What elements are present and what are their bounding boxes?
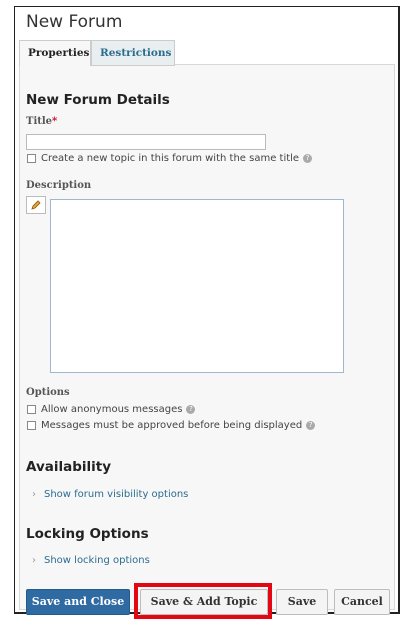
section-heading-availability: Availability: [26, 459, 112, 475]
same-title-label: Create a new topic in this forum with th…: [41, 153, 313, 164]
edit-pencil-button[interactable]: [26, 196, 46, 214]
highlight-box: [134, 583, 272, 619]
anonymous-label: Allow anonymous messages?: [41, 404, 196, 415]
show-locking-options-link[interactable]: Show locking options: [44, 555, 150, 566]
approval-text: Messages must be approved before being d…: [41, 420, 303, 431]
page-title: New Forum: [26, 12, 123, 32]
chevron-right-icon: ›: [32, 555, 36, 566]
section-heading-details: New Forum Details: [26, 92, 170, 108]
title-label-text: Title: [26, 116, 53, 127]
description-label: Description: [26, 180, 92, 191]
approval-checkbox[interactable]: [27, 421, 36, 430]
save-and-close-button[interactable]: Save and Close: [26, 589, 130, 615]
tab-restrictions[interactable]: Restrictions: [91, 40, 175, 66]
options-label: Options: [26, 387, 70, 398]
chevron-right-icon: ›: [32, 489, 36, 500]
title-label: Title*: [26, 116, 57, 127]
tab-properties[interactable]: Properties: [19, 40, 91, 66]
save-button[interactable]: Save: [276, 589, 328, 615]
help-icon[interactable]: ?: [303, 153, 313, 163]
cancel-button[interactable]: Cancel: [334, 589, 390, 615]
title-input[interactable]: [26, 134, 266, 150]
show-visibility-options-link[interactable]: Show forum visibility options: [44, 489, 188, 500]
approval-label: Messages must be approved before being d…: [41, 420, 316, 431]
section-heading-locking: Locking Options: [26, 526, 149, 542]
same-title-text: Create a new topic in this forum with th…: [41, 153, 300, 164]
required-mark: *: [52, 116, 58, 127]
anonymous-text: Allow anonymous messages: [41, 404, 183, 415]
description-textarea[interactable]: [50, 199, 344, 373]
same-title-checkbox[interactable]: [27, 154, 36, 163]
pencil-icon: [31, 200, 41, 210]
help-icon[interactable]: ?: [186, 404, 196, 414]
help-icon[interactable]: ?: [306, 420, 316, 430]
anonymous-checkbox[interactable]: [27, 405, 36, 414]
